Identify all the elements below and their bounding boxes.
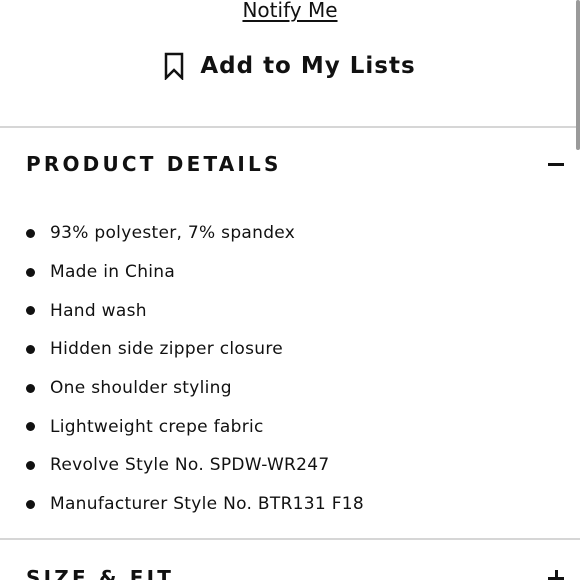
- scrollbar[interactable]: [576, 0, 580, 150]
- product-details-title: PRODUCT DETAILS: [26, 152, 282, 176]
- add-to-lists-label: Add to My Lists: [200, 53, 416, 79]
- minus-icon[interactable]: [548, 162, 564, 166]
- size-fit-header[interactable]: SIZE & FIT: [26, 566, 566, 580]
- list-item: Lightweight crepe fabric: [26, 407, 364, 446]
- bullet-icon: [26, 267, 35, 277]
- list-item: Hidden side zipper closure: [26, 330, 364, 369]
- list-item: Manufacturer Style No. BTR131 F18: [26, 485, 364, 524]
- bullet-icon: [26, 499, 35, 509]
- detail-text: Manufacturer Style No. BTR131 F18: [50, 494, 365, 515]
- list-item: Revolve Style No. SPDW-WR247: [26, 446, 364, 485]
- detail-text: 93% polyester, 7% spandex: [50, 223, 296, 244]
- detail-text: Lightweight crepe fabric: [50, 416, 264, 437]
- size-fit-title: SIZE & FIT: [26, 566, 175, 580]
- bullet-icon: [26, 344, 35, 354]
- product-details-header[interactable]: PRODUCT DETAILS: [26, 152, 566, 176]
- list-item: 93% polyester, 7% spandex: [26, 214, 364, 253]
- bullet-icon: [26, 228, 35, 238]
- detail-text: Made in China: [50, 262, 176, 283]
- detail-text: One shoulder styling: [50, 378, 232, 399]
- notify-me-link[interactable]: Notify Me: [0, 0, 580, 22]
- bookmark-icon: [164, 52, 184, 82]
- detail-text: Revolve Style No. SPDW-WR247: [50, 455, 330, 476]
- product-details-list: 93% polyester, 7% spandex Made in China …: [26, 214, 364, 524]
- section-divider: [0, 126, 580, 128]
- detail-text: Hidden side zipper closure: [50, 339, 284, 360]
- list-item: Made in China: [26, 253, 364, 292]
- bullet-icon: [26, 383, 35, 393]
- section-divider: [0, 538, 580, 540]
- bullet-icon: [26, 306, 35, 316]
- detail-text: Hand wash: [50, 300, 147, 321]
- list-item: Hand wash: [26, 291, 364, 330]
- bullet-icon: [26, 422, 35, 432]
- bullet-icon: [26, 460, 35, 470]
- plus-icon[interactable]: [548, 570, 564, 580]
- add-to-lists-button[interactable]: Add to My Lists: [0, 52, 580, 82]
- list-item: One shoulder styling: [26, 369, 364, 408]
- product-page: Notify Me Add to My Lists PRODUCT DETAIL…: [0, 0, 580, 580]
